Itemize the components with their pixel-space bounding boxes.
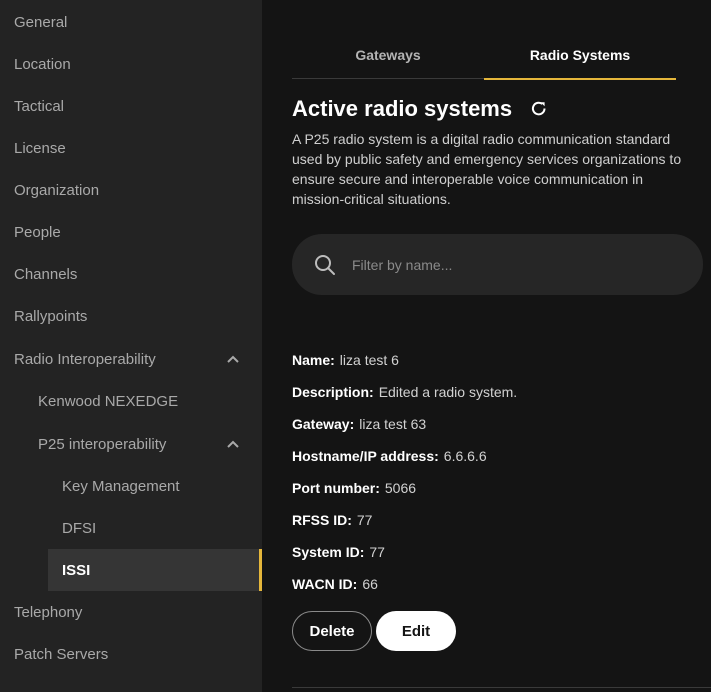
- sidebar-item-organization[interactable]: Organization: [0, 169, 262, 211]
- sidebar-item-label: Kenwood NEXEDGE: [38, 392, 179, 410]
- detail-row-description: Description: Edited a radio system.: [292, 376, 692, 408]
- detail-value: 5066: [384, 480, 417, 496]
- detail-value: 6.6.6.6: [443, 448, 487, 464]
- sidebar-item-label: ISSI: [62, 561, 91, 579]
- sidebar-item-label: Radio Interoperability: [14, 350, 156, 368]
- main-content: Gateways Radio Systems Active radio syst…: [262, 0, 711, 692]
- detail-key: Gateway:: [292, 416, 355, 432]
- detail-row-wacn-id: WACN ID: 66: [292, 568, 692, 600]
- detail-key: Port number:: [292, 480, 380, 496]
- detail-value: Edited a radio system.: [378, 384, 518, 400]
- sidebar: General Location Tactical License Organi…: [0, 0, 262, 692]
- detail-key: Description:: [292, 384, 374, 400]
- delete-button[interactable]: Delete: [292, 611, 372, 651]
- radio-system-details: Name: liza test 6 Description: Edited a …: [292, 344, 692, 600]
- sidebar-item-label: Tactical: [14, 97, 65, 115]
- sidebar-item-issi[interactable]: ISSI: [48, 549, 262, 591]
- page-description: A P25 radio system is a digital radio co…: [292, 131, 682, 207]
- search-bar[interactable]: [292, 234, 703, 295]
- sidebar-item-label: People: [14, 223, 61, 241]
- title-row: Active radio systems: [292, 94, 549, 124]
- edit-button[interactable]: Edit: [376, 611, 456, 651]
- sidebar-item-label: Channels: [14, 265, 78, 283]
- detail-key: WACN ID:: [292, 576, 358, 592]
- app-window: General Location Tactical License Organi…: [0, 0, 711, 692]
- page-title: Active radio systems: [292, 96, 513, 121]
- detail-row-gateway: Gateway: liza test 63: [292, 408, 692, 440]
- sidebar-item-radio-interoperability[interactable]: Radio Interoperability: [0, 338, 262, 380]
- detail-row-system-id: System ID: 77: [292, 536, 692, 568]
- detail-value: liza test 63: [359, 416, 427, 432]
- sidebar-item-location[interactable]: Location: [0, 43, 262, 85]
- divider: [292, 687, 711, 688]
- detail-row-rfss-id: RFSS ID: 77: [292, 504, 692, 536]
- sidebar-item-label: Telephony: [14, 603, 83, 621]
- sidebar-item-label: General: [14, 13, 68, 31]
- detail-value: 77: [369, 544, 385, 560]
- sidebar-item-label: DFSI: [62, 519, 97, 537]
- sidebar-item-telephony[interactable]: Telephony: [0, 591, 262, 633]
- refresh-icon: [532, 101, 546, 116]
- sidebar-item-label: Patch Servers: [14, 645, 109, 663]
- search-icon: [313, 253, 337, 277]
- detail-key: Name:: [292, 352, 335, 368]
- sidebar-item-p25-interoperability[interactable]: P25 interoperability: [0, 423, 262, 465]
- detail-key: Hostname/IP address:: [292, 448, 439, 464]
- sidebar-item-label: P25 interoperability: [38, 435, 167, 453]
- detail-row-port: Port number: 5066: [292, 472, 692, 504]
- sidebar-item-channels[interactable]: Channels: [0, 253, 262, 295]
- detail-row-hostname: Hostname/IP address: 6.6.6.6: [292, 440, 692, 472]
- sidebar-item-tactical[interactable]: Tactical: [0, 85, 262, 127]
- detail-row-name: Name: liza test 6: [292, 344, 692, 376]
- sidebar-item-kenwood-nexedge[interactable]: Kenwood NEXEDGE: [0, 380, 262, 422]
- tab-radio-systems[interactable]: Radio Systems: [484, 30, 676, 80]
- sidebar-item-label: Rallypoints: [14, 307, 88, 325]
- sidebar-item-key-management[interactable]: Key Management: [0, 465, 262, 507]
- sidebar-item-label: Key Management: [62, 477, 180, 495]
- sidebar-item-license[interactable]: License: [0, 127, 262, 169]
- chevron-up-icon[interactable]: [226, 437, 240, 451]
- detail-value: 77: [356, 512, 373, 528]
- search-input[interactable]: [352, 256, 672, 273]
- sidebar-item-label: Location: [14, 55, 71, 73]
- sidebar-item-patch-servers[interactable]: Patch Servers: [0, 633, 262, 675]
- sidebar-item-label: Organization: [14, 181, 100, 199]
- chevron-up-icon[interactable]: [226, 352, 240, 366]
- sidebar-item-label: License: [14, 139, 66, 157]
- detail-value: 66: [362, 576, 378, 592]
- detail-value: liza test 6: [339, 352, 399, 368]
- tab-gateways[interactable]: Gateways: [292, 30, 484, 79]
- detail-key: RFSS ID:: [292, 512, 352, 528]
- detail-key: System ID:: [292, 544, 365, 560]
- sidebar-item-people[interactable]: People: [0, 211, 262, 253]
- sidebar-item-dfsi[interactable]: DFSI: [0, 507, 262, 549]
- sidebar-item-general[interactable]: General: [0, 1, 262, 43]
- refresh-button[interactable]: [529, 99, 549, 119]
- sidebar-item-rallypoints[interactable]: Rallypoints: [0, 295, 262, 337]
- tab-bar: Gateways Radio Systems: [292, 30, 676, 80]
